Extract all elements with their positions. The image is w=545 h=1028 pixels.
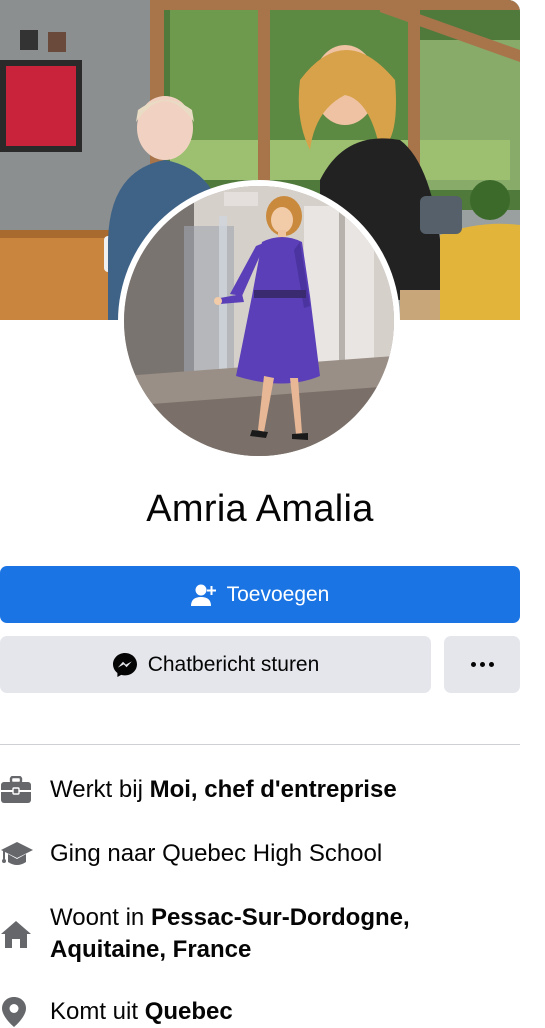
add-friend-label: Toevoegen bbox=[226, 582, 330, 606]
profile-picture[interactable] bbox=[118, 180, 400, 462]
home-icon bbox=[0, 919, 34, 949]
detail-from-place[interactable]: Quebec bbox=[145, 998, 233, 1025]
detail-work: Werkt bij Moi, chef d'entreprise bbox=[0, 774, 520, 806]
detail-lives-in: Woont in Pessac-Sur-Dordogne, Aquitaine,… bbox=[0, 902, 520, 966]
detail-from: Komt uit Quebec bbox=[0, 996, 520, 1028]
detail-lives-in-text: Woont in Pessac-Sur-Dordogne, Aquitaine,… bbox=[50, 902, 520, 966]
more-icon bbox=[470, 662, 494, 667]
profile-picture-image bbox=[124, 186, 394, 456]
detail-education: Ging naar Quebec High School bbox=[0, 838, 520, 870]
detail-work-text: Werkt bij Moi, chef d'entreprise bbox=[50, 774, 397, 806]
messenger-icon bbox=[112, 652, 138, 678]
section-divider bbox=[0, 744, 520, 745]
profile-name: Amria Amalia bbox=[146, 488, 374, 530]
detail-work-employer[interactable]: Moi, chef d'entreprise bbox=[150, 776, 397, 803]
detail-education-text: Ging naar Quebec High School bbox=[50, 838, 382, 870]
send-message-button[interactable]: Chatbericht sturen bbox=[0, 636, 431, 693]
add-friend-icon bbox=[190, 583, 217, 607]
add-friend-button[interactable]: Toevoegen bbox=[0, 566, 520, 623]
graduation-cap-icon bbox=[0, 840, 34, 868]
briefcase-icon bbox=[0, 776, 34, 804]
detail-from-prefix: Komt uit bbox=[50, 998, 145, 1025]
detail-from-text: Komt uit Quebec bbox=[50, 996, 233, 1028]
location-pin-icon bbox=[0, 996, 34, 1028]
detail-work-prefix: Werkt bij bbox=[50, 776, 150, 803]
detail-lives-in-prefix: Woont in bbox=[50, 904, 151, 931]
more-options-button[interactable] bbox=[444, 636, 520, 693]
send-message-label: Chatbericht sturen bbox=[147, 652, 320, 676]
detail-education-prefix: Ging naar Quebec High School bbox=[50, 840, 383, 867]
